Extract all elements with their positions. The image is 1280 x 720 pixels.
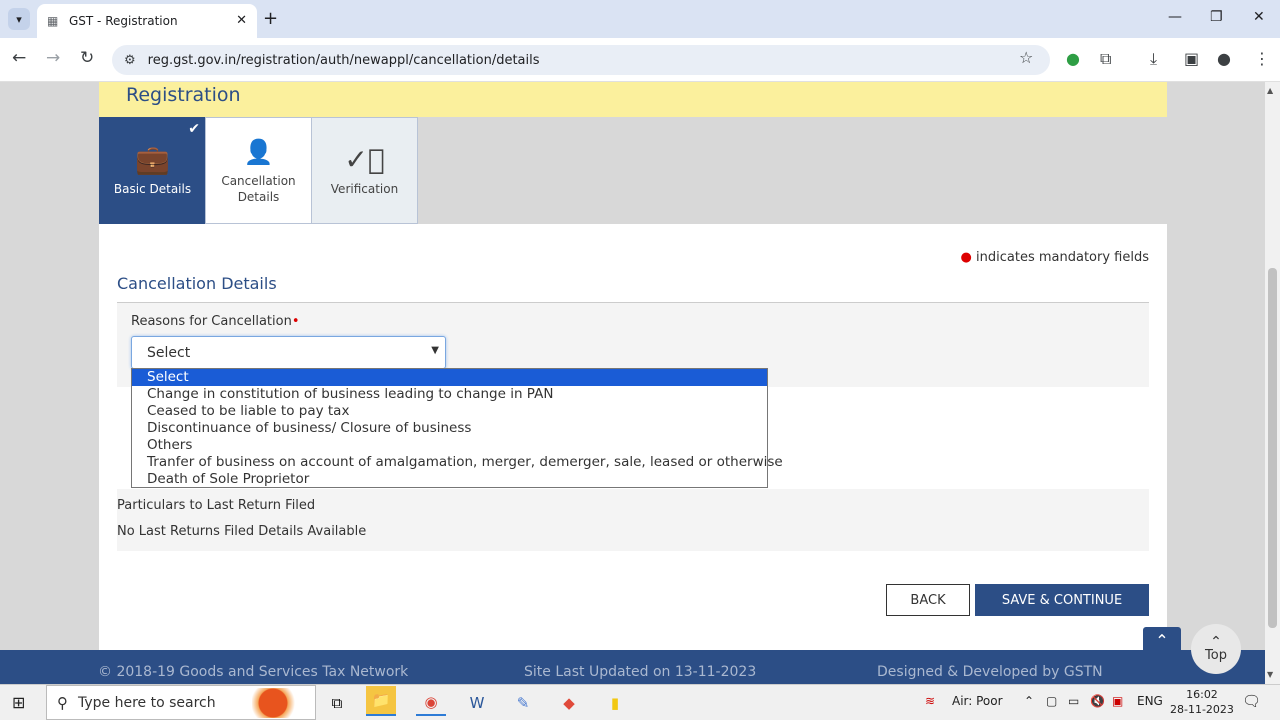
system-clock[interactable]: 16:02 28-11-2023 — [1170, 687, 1234, 717]
side-panel-icon[interactable]: ▣ — [1184, 49, 1199, 68]
scrollbar-thumb[interactable] — [1268, 268, 1277, 628]
save-continue-button[interactable]: SAVE & CONTINUE — [975, 584, 1149, 616]
briefcase-icon: 💼 — [135, 142, 170, 176]
sticky-notes-icon[interactable]: ▮ — [600, 690, 630, 716]
dropdown-option[interactable]: Others — [132, 437, 767, 454]
site-info-icon[interactable]: ⚙ — [124, 53, 136, 68]
minimize-icon[interactable]: — — [1168, 9, 1182, 25]
search-icon: ⚲ — [57, 693, 68, 712]
kebab-menu-icon[interactable]: ⋮ — [1254, 49, 1270, 68]
top-label: Top — [1205, 648, 1227, 663]
bookmark-star-icon[interactable]: ☆ — [1019, 48, 1033, 67]
forward-arrow-icon[interactable]: → — [46, 48, 60, 68]
dropdown-option[interactable]: Change in constitution of business leadi… — [132, 386, 767, 403]
task-view-icon[interactable]: ⧉ — [322, 690, 352, 716]
volume-muted-icon[interactable]: 🔇 — [1090, 694, 1105, 708]
word-icon[interactable]: W — [462, 690, 492, 716]
check-circle-icon: ✓⃝ — [344, 142, 385, 176]
meet-now-icon[interactable]: ▢ — [1046, 694, 1057, 708]
action-center-icon[interactable]: 🗨 — [1242, 692, 1261, 710]
tray-chevron-up-icon[interactable]: ⌃ — [1024, 694, 1034, 708]
reason-dropdown-list[interactable]: Select Change in constitution of busines… — [131, 368, 783, 488]
air-quality-icon: ≋ — [925, 694, 936, 708]
download-icon[interactable]: ⤓ — [1150, 49, 1157, 69]
required-dot-icon: ● — [960, 250, 972, 265]
extensions-puzzle-icon[interactable]: ⧉ — [1100, 49, 1111, 69]
taskbar-search[interactable]: ⚲ Type here to search — [46, 685, 316, 720]
scroll-up-arrow-icon[interactable]: ▲ — [1267, 86, 1273, 95]
notification-badge-icon[interactable]: ▣ — [1112, 694, 1123, 708]
air-quality-text[interactable]: Air: Poor — [952, 694, 1003, 708]
clock-date: 28-11-2023 — [1170, 703, 1234, 716]
back-button[interactable]: BACK — [886, 584, 970, 616]
close-tab-icon[interactable]: ✕ — [236, 13, 247, 28]
footer-designed: Designed & Developed by GSTN — [877, 664, 1103, 680]
reason-label: Reasons for Cancellation• — [131, 314, 299, 329]
step-cancellation-details[interactable]: 👤 Cancellation Details — [205, 117, 312, 224]
reason-label-text: Reasons for Cancellation — [131, 314, 292, 329]
language-indicator[interactable]: ENG — [1137, 694, 1163, 708]
taskbar-search-text: Type here to search — [78, 694, 216, 711]
reload-icon[interactable]: ↻ — [80, 48, 94, 68]
new-tab-icon[interactable]: + — [263, 8, 278, 29]
footer-copyright: © 2018-19 Goods and Services Tax Network — [98, 664, 409, 680]
step-verification[interactable]: ✓⃝ Verification — [311, 117, 418, 224]
back-arrow-icon[interactable]: ← — [12, 48, 26, 68]
network-icon[interactable]: ▭ — [1068, 694, 1079, 708]
page-banner: Registration — [99, 82, 1167, 117]
mandatory-note-text: indicates mandatory fields — [976, 250, 1149, 265]
file-explorer-icon[interactable]: 📁 — [366, 686, 396, 716]
chrome-icon[interactable]: ◉ — [416, 690, 446, 716]
extension-vpn-icon[interactable]: ● — [1066, 49, 1080, 68]
scroll-down-arrow-icon[interactable]: ▼ — [1267, 670, 1273, 679]
anydesk-icon[interactable]: ◆ — [554, 690, 584, 716]
mandatory-note: ● indicates mandatory fields — [961, 250, 1149, 265]
profile-avatar-icon[interactable]: ● — [1217, 49, 1231, 68]
chevron-down-icon: ▼ — [431, 345, 439, 356]
address-bar[interactable]: ⚙ reg.gst.gov.in/registration/auth/newap… — [112, 45, 1050, 75]
footer-updated: Site Last Updated on 13-11-2023 — [524, 664, 757, 680]
required-dot-icon: • — [291, 314, 300, 329]
search-highlight-icon — [252, 688, 312, 718]
reason-select[interactable]: Select ▼ — [131, 336, 446, 369]
scroll-up-button[interactable]: ⌃ — [1143, 627, 1181, 653]
browser-tab[interactable]: ▦ GST - Registration ✕ — [37, 4, 257, 38]
tab-title: GST - Registration — [69, 14, 178, 28]
url-text: reg.gst.gov.in/registration/auth/newappl… — [147, 52, 540, 68]
restore-icon[interactable]: ❐ — [1210, 9, 1223, 25]
user-check-icon: 👤 — [243, 137, 274, 166]
completed-check-icon: ✔ — [188, 121, 200, 137]
tab-search-icon[interactable]: ▾ — [8, 8, 30, 30]
section-title: Cancellation Details — [117, 274, 277, 293]
step-label: Verification — [330, 181, 399, 196]
windows-start-icon[interactable]: ⊞ — [12, 693, 25, 712]
dropdown-option[interactable]: Tranfer of business on account of amalga… — [132, 454, 783, 471]
close-window-icon[interactable]: ✕ — [1253, 9, 1265, 25]
dropdown-option[interactable]: Death of Sole Proprietor — [132, 471, 767, 488]
paint-icon[interactable]: ✎ — [508, 690, 538, 716]
step-basic-details[interactable]: ✔ 💼 Basic Details — [99, 117, 206, 224]
dropdown-option[interactable]: Discontinuance of business/ Closure of b… — [132, 420, 767, 437]
dropdown-option[interactable]: Ceased to be liable to pay tax — [132, 403, 767, 420]
step-label: Cancellation Details — [221, 173, 296, 204]
reason-select-value: Select — [147, 344, 191, 361]
page-title: Registration — [126, 84, 241, 106]
dropdown-option[interactable]: Select — [132, 369, 767, 386]
last-return-label: Particulars to Last Return Filed — [117, 498, 316, 513]
gst-favicon-icon: ▦ — [47, 14, 59, 28]
back-to-top-button[interactable]: ⌃ Top — [1191, 624, 1241, 674]
step-label: Basic Details — [113, 181, 192, 196]
page-footer: © 2018-19 Goods and Services Tax Network… — [0, 650, 1265, 684]
last-return-value: No Last Returns Filed Details Available — [117, 524, 367, 539]
clock-time: 16:02 — [1186, 688, 1218, 701]
